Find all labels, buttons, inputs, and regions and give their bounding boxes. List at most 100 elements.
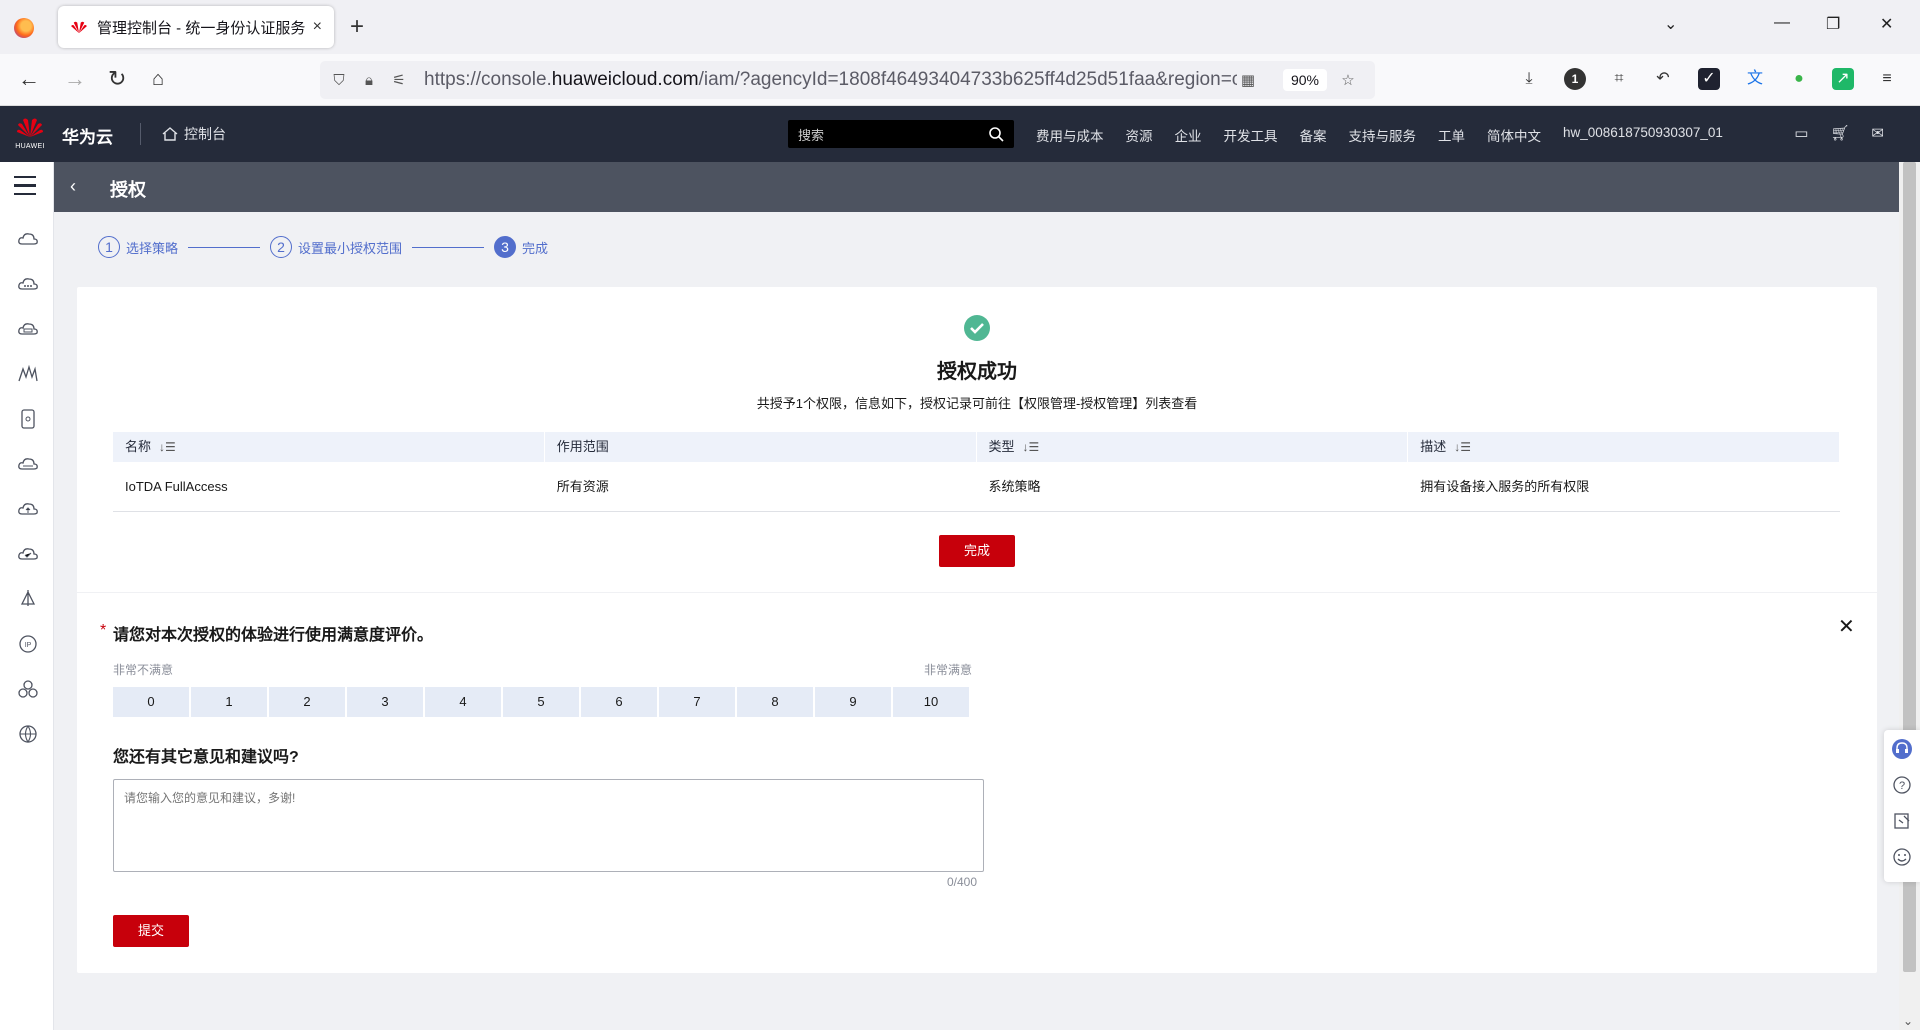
feedback-edit-icon[interactable] [1891,810,1913,832]
page-scrollbar[interactable]: ⌄ [1899,162,1920,1030]
monitor-icon[interactable] [17,363,39,385]
console-home-link[interactable]: 控制台 [162,124,226,144]
device-icon[interactable] [17,408,39,430]
menu-account[interactable]: hw_008618750930307_01 [1563,125,1723,145]
js-extension-icon[interactable]: ● [1788,68,1810,90]
browser-tabbar: 管理控制台 - 统一身份认证服务 × + ⌄ — ❐ ✕ [0,0,1920,54]
scale-low-label: 非常不满意 [113,663,174,677]
rating-option-4[interactable]: 4 [425,687,501,717]
svg-text:?: ? [1899,780,1905,792]
ip-icon[interactable]: IP [17,633,39,655]
close-window-icon[interactable]: ✕ [1880,14,1893,34]
translate-icon[interactable]: 文 [1744,68,1766,90]
crop-icon[interactable]: ⌗ [1608,68,1630,90]
rating-option-6[interactable]: 6 [581,687,657,717]
back-icon[interactable]: ← [18,66,40,92]
suggestion-textarea[interactable] [113,779,984,872]
undo-icon[interactable]: ↶ [1652,68,1674,90]
help-icon[interactable]: ? [1891,774,1913,796]
minimize-icon[interactable]: — [1774,14,1790,32]
smiley-icon[interactable] [1891,846,1913,868]
sort-icon[interactable]: ↓☰ [1454,440,1471,454]
forward-icon[interactable]: → [64,66,86,92]
scroll-down-icon[interactable]: ⌄ [1903,1014,1913,1028]
cloud-shell-icon[interactable]: ▭ [1794,124,1808,142]
global-search-input[interactable]: 搜索 [788,120,1014,148]
home-icon [162,127,178,141]
menu-ticket[interactable]: 工单 [1438,125,1465,145]
reload-icon[interactable]: ↻ [108,66,126,92]
address-bar[interactable]: ⛉ 🔒︎ ⚟ https://console.huaweicloud.com/i… [320,61,1375,99]
cloud-upload-icon[interactable] [17,498,39,520]
new-tab-button[interactable]: + [350,13,364,41]
col-name[interactable]: 名称 ↓☰ [113,432,545,462]
globe-icon[interactable] [17,723,39,745]
menu-filing[interactable]: 备案 [1300,125,1327,145]
menu-toggle-icon[interactable] [14,176,36,201]
done-button[interactable]: 完成 [939,535,1015,567]
rating-option-0[interactable]: 0 [113,687,189,717]
url-text[interactable]: https://console.huaweicloud.com/iam/?age… [424,69,1237,91]
cloud-db-icon[interactable] [17,318,39,340]
cloud-storage-icon[interactable] [17,273,39,295]
cloud-network-icon[interactable] [17,453,39,475]
step-2-number: 2 [270,236,293,258]
sail-icon[interactable] [17,588,39,610]
brand-name[interactable]: 华为云 [62,123,113,148]
rating-option-10[interactable]: 10 [893,687,969,717]
scale-high-label: 非常满意 [924,663,973,677]
cluster-icon[interactable] [17,678,39,700]
rating-option-7[interactable]: 7 [659,687,735,717]
permissions-icon[interactable]: ⚟ [388,71,410,89]
rating-option-8[interactable]: 8 [737,687,813,717]
menu-resources[interactable]: 资源 [1126,125,1153,145]
menu-enterprise[interactable]: 企业 [1175,125,1202,145]
huawei-logo[interactable]: HUAWEI [14,116,46,150]
header-icons: ▭ 🛒︎ ✉ [1794,124,1884,142]
browser-tab[interactable]: 管理控制台 - 统一身份认证服务 × [58,6,334,48]
rating-option-2[interactable]: 2 [269,687,345,717]
success-title: 授权成功 [937,361,1017,383]
app-menu-icon[interactable]: ≡ [1876,68,1898,90]
qr-code-icon[interactable]: ▦ [1237,71,1259,89]
table-header: 名称 ↓☰ 作用范围 类型 ↓☰ 描述 ↓☰ [113,432,1840,462]
cloud-security-icon[interactable] [17,543,39,565]
rating-option-3[interactable]: 3 [347,687,423,717]
extension-green-icon[interactable]: ↗ [1832,68,1854,90]
success-check-icon [964,315,990,341]
menu-cost[interactable]: 费用与成本 [1036,125,1104,145]
tab-list-icon[interactable]: ⌄ [1664,14,1677,34]
shield-icon[interactable]: ⛉ [328,72,350,89]
cart-icon[interactable]: 🛒︎ [1830,124,1849,142]
rating-option-9[interactable]: 9 [815,687,891,717]
rating-option-5[interactable]: 5 [503,687,579,717]
col-type[interactable]: 类型 ↓☰ [977,432,1409,462]
tab-close-icon[interactable]: × [313,18,322,36]
sort-icon[interactable]: ↓☰ [159,440,176,454]
rating-option-1[interactable]: 1 [191,687,267,717]
result-card: 授权成功 共授予1个权限，信息如下，授权记录可前往【权限管理-授权管理】列表查看… [77,287,1877,973]
password-manager-icon[interactable]: 1 [1564,68,1586,90]
menu-language[interactable]: 简体中文 [1487,125,1541,145]
search-icon[interactable] [988,126,1004,142]
submit-button[interactable]: 提交 [113,915,189,947]
extension-dark-icon[interactable]: ✓ [1698,68,1720,90]
browser-navbar: ← → ↻ ⌂ ⛉ 🔒︎ ⚟ https://console.huaweiclo… [0,54,1920,106]
zoom-level[interactable]: 90% [1282,69,1327,91]
lock-icon[interactable]: 🔒︎ [358,72,380,89]
col-desc[interactable]: 描述 ↓☰ [1408,432,1840,462]
back-arrow-icon[interactable]: ‹ [70,176,76,197]
required-mark: * [100,622,107,639]
bookmark-star-icon[interactable]: ☆ [1337,71,1359,89]
home-icon[interactable]: ⌂ [152,66,164,92]
customer-service-icon[interactable] [1891,738,1913,760]
cloud-server-icon[interactable] [17,228,39,250]
close-survey-icon[interactable]: ✕ [1838,614,1855,639]
menu-dev-tools[interactable]: 开发工具 [1224,125,1278,145]
downloads-icon[interactable]: ⤓ [1518,68,1540,90]
sort-icon[interactable]: ↓☰ [1023,440,1040,454]
firefox-icon[interactable] [14,18,34,38]
message-icon[interactable]: ✉ [1871,124,1884,142]
menu-support[interactable]: 支持与服务 [1349,125,1417,145]
restore-icon[interactable]: ❐ [1826,14,1840,34]
